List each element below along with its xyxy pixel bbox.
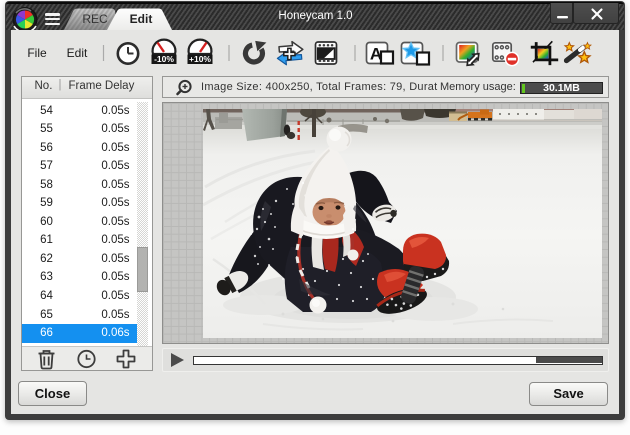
svg-text:Edit: Edit <box>130 12 153 26</box>
svg-text:+10%: +10% <box>189 54 211 64</box>
svg-text:REC: REC <box>82 12 108 26</box>
svg-text:File: File <box>27 46 47 60</box>
svg-text:Edit: Edit <box>67 46 88 60</box>
svg-text:-10%: -10% <box>154 54 174 64</box>
